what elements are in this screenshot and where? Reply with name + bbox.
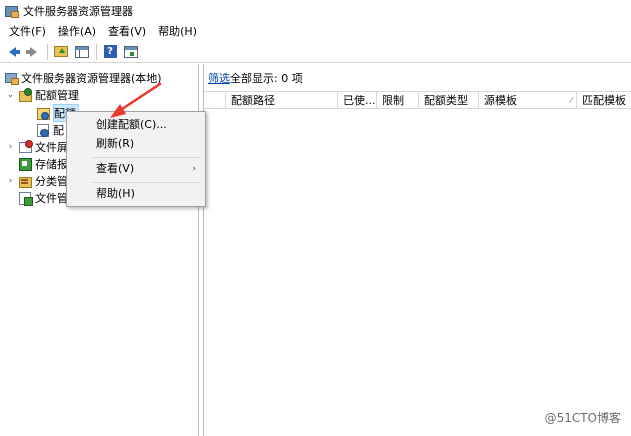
- chevron-right-icon[interactable]: ›: [6, 142, 15, 152]
- help-icon: ?: [103, 45, 117, 58]
- tree-item-label: 分类管: [35, 174, 68, 188]
- chevron-down-icon[interactable]: ⌄: [6, 90, 15, 100]
- tree-item-label: 配: [53, 123, 64, 137]
- menu-help[interactable]: 帮助(H): [152, 22, 203, 41]
- column-header-row: 配额路径 已使... 限制 配额类型 源模板 ⁄ 匹配模板: [204, 91, 631, 109]
- tree-item-quota-templates[interactable]: 配: [36, 121, 64, 138]
- results-pane: 筛选 全部显示: 0 项 配额路径 已使... 限制 配额类型 源模板 ⁄ 匹配…: [203, 64, 631, 436]
- tree-item-file-management[interactable]: 文件管: [18, 189, 68, 206]
- window-title: 文件服务器资源管理器: [23, 5, 133, 18]
- column-header-icon[interactable]: [204, 92, 226, 109]
- file-screening-icon: [18, 140, 33, 153]
- watermark: @51CTO博客: [544, 411, 621, 425]
- tree-item-root[interactable]: 文件服务器资源管理器(本地): [4, 69, 162, 86]
- file-server-manager-icon: [4, 5, 19, 18]
- forward-button[interactable]: [24, 43, 42, 61]
- tree-item-quota-management[interactable]: ⌄ 配额管理: [6, 86, 79, 103]
- action-pane-icon: [124, 45, 138, 58]
- menu-item-create-quota[interactable]: 创建配额(C)...: [68, 115, 204, 135]
- classification-icon: [18, 174, 32, 188]
- chevron-right-icon[interactable]: ›: [6, 176, 15, 186]
- forward-arrow-icon: [25, 46, 37, 57]
- back-arrow-icon: [8, 46, 20, 57]
- tree-item-storage-reports[interactable]: 存储报: [18, 155, 68, 172]
- column-header-source-template[interactable]: 源模板 ⁄: [479, 92, 577, 109]
- submenu-arrow-icon: ›: [192, 164, 196, 174]
- sort-indicator-icon: ⁄: [570, 96, 572, 105]
- filter-bar: 筛选 全部显示: 0 项: [204, 70, 303, 86]
- filter-link[interactable]: 筛选: [208, 70, 230, 86]
- help-button[interactable]: ?: [101, 43, 119, 61]
- menu-view[interactable]: 查看(V): [102, 22, 152, 41]
- column-header-limit[interactable]: 限制: [377, 92, 419, 109]
- menu-item-label: 查看(V): [96, 162, 135, 175]
- toolbar-separator: [96, 43, 97, 60]
- menu-item-refresh[interactable]: 刷新(R): [68, 134, 204, 154]
- toolbar: ?: [0, 41, 631, 63]
- tree-item-label: 文件屏: [35, 140, 68, 154]
- up-folder-button[interactable]: [52, 43, 70, 61]
- column-header-quota-path[interactable]: 配额路径: [226, 92, 338, 109]
- tree-item-label: 存储报: [35, 157, 68, 171]
- tree-item-classification[interactable]: › 分类管: [6, 172, 68, 189]
- menu-separator: [93, 182, 201, 183]
- storage-reports-icon: [18, 157, 32, 171]
- column-header-used[interactable]: 已使...: [338, 92, 377, 109]
- tree-item-label: 文件服务器资源管理器(本地): [21, 71, 162, 85]
- menu-bar: 文件(F) 操作(A) 查看(V) 帮助(H): [0, 22, 631, 41]
- quota-icon: [36, 106, 50, 120]
- quota-template-icon: [36, 123, 50, 137]
- tree-item-label: 配额管理: [35, 88, 79, 102]
- menu-file[interactable]: 文件(F): [3, 22, 52, 41]
- action-pane-button[interactable]: [122, 43, 140, 61]
- menu-item-view[interactable]: 查看(V) ›: [68, 159, 204, 179]
- back-button[interactable]: [3, 43, 21, 61]
- menu-action[interactable]: 操作(A): [52, 22, 102, 41]
- tree-item-label: 文件管: [35, 191, 68, 205]
- tree-item-file-screening[interactable]: › 文件屏: [6, 138, 68, 155]
- column-header-label: 源模板: [484, 94, 517, 107]
- filter-status: 全部显示: 0 项: [230, 72, 303, 85]
- file-management-icon: [18, 191, 33, 206]
- show-hide-tree-button[interactable]: [73, 43, 91, 61]
- column-header-match-template[interactable]: 匹配模板: [577, 92, 631, 109]
- quota-management-icon: [18, 88, 32, 102]
- menu-item-help[interactable]: 帮助(H): [68, 184, 204, 204]
- server-icon: [4, 71, 19, 85]
- up-folder-icon: [54, 46, 68, 57]
- title-bar: 文件服务器资源管理器: [0, 0, 631, 22]
- context-menu: 创建配额(C)... 刷新(R) 查看(V) › 帮助(H): [66, 111, 206, 207]
- toolbar-separator: [47, 43, 48, 60]
- menu-separator: [93, 157, 201, 158]
- column-header-quota-type[interactable]: 配额类型: [419, 92, 479, 109]
- show-hide-tree-icon: [75, 45, 89, 58]
